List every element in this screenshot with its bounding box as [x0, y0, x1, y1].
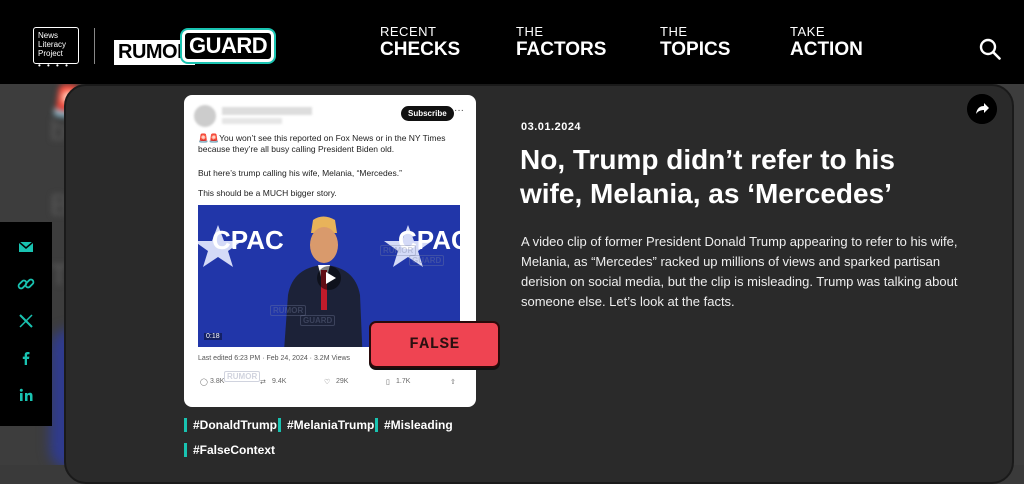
search-icon[interactable] [979, 38, 1001, 60]
article-summary: A video clip of former President Donald … [521, 234, 958, 309]
reply-icon: ◯ [200, 379, 208, 386]
play-icon [317, 266, 341, 290]
repost-icon: ⇄ [260, 379, 266, 386]
tweet-author-handle-blurred [222, 118, 282, 124]
nlp-logo-line: Literacy [38, 40, 67, 49]
tweet-avatar [194, 105, 216, 127]
nav-label-small: TAKE [790, 24, 825, 39]
mail-icon[interactable] [16, 237, 36, 257]
nav-label-large: CHECKS [380, 39, 461, 60]
x-icon[interactable] [16, 311, 36, 331]
nav-the-topics[interactable]: THE TOPICS [660, 25, 730, 61]
bookmark-icon: ▯ [386, 379, 390, 386]
linkedin-icon[interactable] [16, 385, 36, 405]
share-icon: ⇧ [450, 379, 456, 386]
like-count: 29K [336, 378, 349, 385]
tweet-metadata: Last edited 6:23 PM · Feb 24, 2024 · 3.2… [198, 355, 351, 362]
facebook-icon[interactable] [16, 348, 36, 368]
tag-donald-trump[interactable]: #DonaldTrump [184, 418, 277, 432]
tweet-more-icon: ··· [454, 105, 464, 116]
reply-count: 3.8K [210, 378, 225, 385]
guard-wordmark: GUARD [182, 30, 275, 62]
video-cpac-text: CPAC [212, 225, 284, 255]
social-share-rail [0, 222, 52, 426]
tweet-subscribe-button: Subscribe [401, 106, 454, 121]
repost-count: 9.4K [272, 378, 287, 385]
news-literacy-project-logo[interactable]: News Literacy Project • • • • [33, 27, 79, 70]
tweet-text-line: 🚨🚨You won’t see this reported on Fox New… [198, 133, 446, 154]
article-date: 03.01.2024 [521, 121, 582, 133]
watermark: GUARD [409, 255, 445, 266]
watermark: RUMOR [224, 371, 261, 382]
nlp-logo-line: Project [38, 49, 63, 58]
nav-label-large: TOPICS [660, 39, 731, 60]
nav-label-small: THE [660, 24, 688, 39]
tweet-author-name-blurred [222, 107, 312, 115]
nav-the-factors[interactable]: THE FACTORS [516, 25, 606, 61]
video-duration: 0:18 [204, 333, 222, 340]
rumorguard-logo[interactable]: RUMOR GUARD [112, 30, 275, 67]
nav-label-small: RECENT [380, 24, 437, 39]
nav-label-large: FACTORS [516, 39, 607, 60]
tweet-text-line: This should be a MUCH bigger story. [198, 188, 337, 198]
tag-melania-trump[interactable]: #MelaniaTrump [278, 418, 374, 432]
rating-false-badge: FALSE [369, 321, 500, 368]
tag-false-context[interactable]: #FalseContext [184, 443, 275, 457]
link-icon[interactable] [16, 274, 36, 294]
nav-label-small: THE [516, 24, 544, 39]
nav-label-large: ACTION [790, 39, 863, 60]
watermark: GUARD [300, 315, 336, 326]
share-arrow-icon[interactable] [967, 94, 997, 124]
nlp-logo-line: News [38, 31, 59, 40]
article-title[interactable]: No, Trump didn’t refer to his wife, Mela… [520, 143, 960, 211]
nlp-logo-dots: • • • • [38, 61, 70, 70]
bookmark-count: 1.7K [396, 378, 411, 385]
tweet-text-line: But here’s trump calling his wife, Melan… [198, 168, 402, 178]
nav-recent-checks[interactable]: RECENT CHECKS [380, 25, 460, 61]
logo-divider [94, 28, 95, 64]
like-icon: ♡ [324, 379, 331, 386]
site-header: News Literacy Project • • • • RUMOR GUAR… [0, 0, 1024, 84]
nav-take-action[interactable]: TAKE ACTION [790, 25, 863, 61]
tag-misleading[interactable]: #Misleading [375, 418, 453, 432]
